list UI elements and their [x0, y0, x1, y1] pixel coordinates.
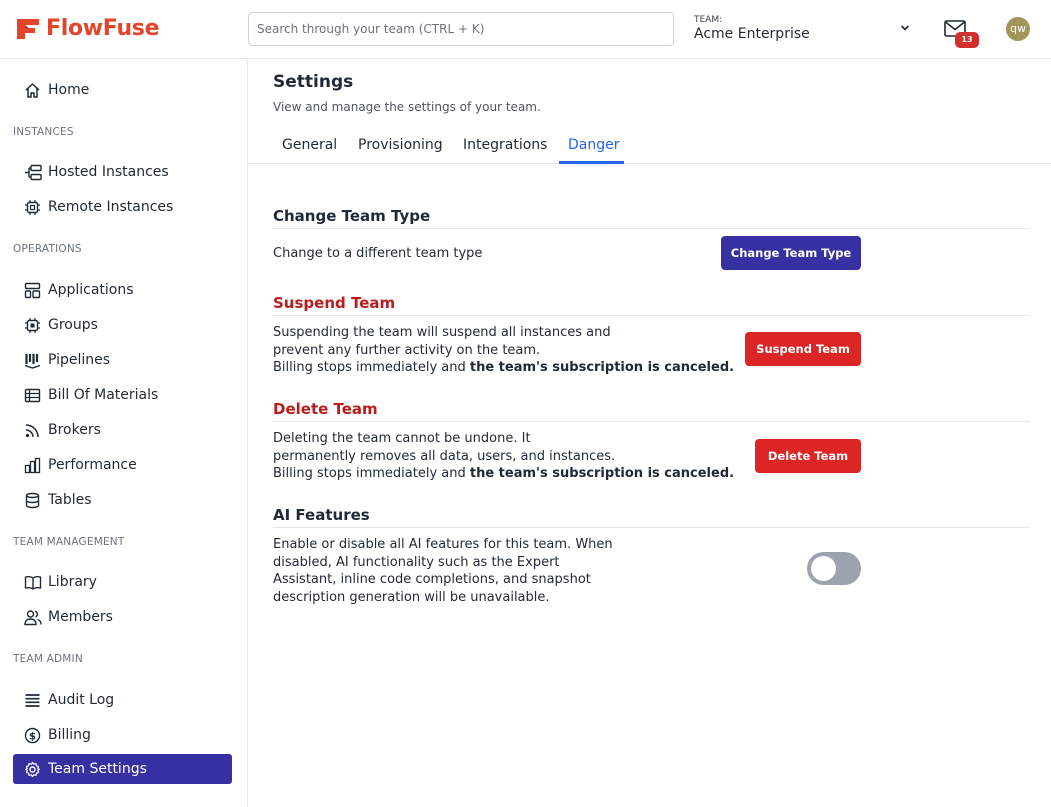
section-title-instances: INSTANCES [13, 126, 74, 138]
sidebar-item-tables[interactable]: Tables [13, 485, 232, 515]
sidebar-item-hosted-instances[interactable]: Hosted Instances [13, 157, 232, 187]
change-team-type-text: Change to a different team type [273, 246, 483, 261]
list-icon [23, 691, 42, 710]
ai-features-toggle[interactable] [807, 552, 861, 585]
sidebar-item-applications[interactable]: Applications [13, 275, 232, 305]
book-open-icon [23, 573, 42, 592]
sidebar-item-audit-log[interactable]: Audit Log [13, 685, 232, 715]
delete-line-3-prefix: Billing stops immediately and [273, 466, 470, 481]
sidebar-item-label: Home [48, 82, 90, 98]
pipelines-icon [23, 351, 42, 370]
delete-line-2: permanently removes all data, users, and… [273, 448, 616, 464]
logo-text: FlowFuse [46, 16, 160, 41]
database-icon [23, 491, 42, 510]
table-list-icon [23, 386, 42, 405]
groups-icon [23, 316, 42, 335]
settings-tabs: General Provisioning Integrations Danger [249, 129, 1051, 164]
tab-provisioning[interactable]: Provisioning [358, 137, 443, 153]
rss-icon [23, 421, 42, 440]
delete-team-button[interactable]: Delete Team [755, 439, 861, 473]
delete-line-1: Deleting the team cannot be undone. It [273, 431, 531, 446]
flowfuse-logo-icon [17, 18, 39, 39]
search-input[interactable] [248, 12, 674, 46]
chevron-down-icon[interactable] [899, 22, 911, 34]
main-content: Settings View and manage the settings of… [249, 59, 1051, 807]
ai-line-3: Assistant, inline code completions, and … [273, 572, 591, 587]
chip-icon [23, 198, 42, 217]
delete-line-3: Billing stops immediately and the team's… [273, 465, 734, 483]
tab-danger[interactable]: Danger [568, 137, 620, 153]
sidebar-item-label: Applications [48, 282, 134, 298]
sidebar-item-label: Remote Instances [48, 199, 174, 215]
suspend-team-description: Suspending the team will suspend all ins… [273, 324, 734, 377]
notification-badge: 13 [955, 32, 979, 48]
sidebar-item-label: Groups [48, 317, 98, 333]
suspend-team-heading: Suspend Team [273, 294, 1030, 316]
ai-line-4: description generation will be unavailab… [273, 589, 550, 605]
tab-general[interactable]: General [282, 137, 337, 153]
toggle-knob [811, 556, 836, 581]
change-team-type-heading: Change Team Type [273, 207, 1030, 229]
change-team-type-button[interactable]: Change Team Type [721, 236, 861, 270]
ai-line-2: disabled, AI functionality such as the E… [273, 554, 560, 570]
sidebar-item-members[interactable]: Members [13, 602, 232, 632]
applications-icon [23, 281, 42, 300]
ai-features-heading: AI Features [273, 506, 1030, 528]
sidebar-item-performance[interactable]: Performance [13, 450, 232, 480]
suspend-team-button[interactable]: Suspend Team [745, 332, 861, 366]
suspend-line-1: Suspending the team will suspend all ins… [273, 325, 611, 340]
delete-team-heading: Delete Team [273, 400, 1030, 422]
suspend-line-3-bold: the team's subscription is canceled. [469, 360, 735, 375]
team-label: TEAM: [694, 15, 723, 25]
sidebar-item-brokers[interactable]: Brokers [13, 415, 232, 445]
sidebar-item-team-settings[interactable]: Team Settings [13, 754, 232, 784]
suspend-line-3-prefix: Billing stops immediately and [273, 360, 470, 375]
users-icon [23, 608, 42, 627]
sidebar-item-billing[interactable]: $ Billing [13, 720, 232, 750]
section-title-team-admin: TEAM ADMIN [13, 653, 83, 665]
bar-chart-icon [23, 456, 42, 475]
delete-line-3-bold: the team's subscription is canceled. [469, 466, 735, 481]
sidebar-item-label: Pipelines [48, 352, 111, 368]
flowfuse-logo[interactable]: FlowFuse [15, 16, 160, 41]
tab-integrations[interactable]: Integrations [463, 137, 547, 153]
suspend-line-3: Billing stops immediately and the team's… [273, 359, 734, 377]
sidebar-item-home[interactable]: Home [13, 75, 232, 105]
sidebar-item-label: Bill Of Materials [48, 387, 159, 403]
sidebar-item-groups[interactable]: Groups [13, 310, 232, 340]
sidebar: Home INSTANCES Hosted Instances Remote I… [0, 59, 248, 807]
delete-team-description: Deleting the team cannot be undone. It p… [273, 430, 734, 483]
sidebar-item-bill-of-materials[interactable]: Bill Of Materials [13, 380, 232, 410]
sidebar-item-label: Tables [48, 492, 92, 508]
ai-features-description: Enable or disable all AI features for th… [273, 536, 613, 606]
top-bar: FlowFuse TEAM: Acme Enterprise 13 qw [0, 0, 1051, 59]
ai-line-1: Enable or disable all AI features for th… [273, 537, 613, 552]
page-title: Settings [273, 72, 354, 92]
sidebar-item-remote-instances[interactable]: Remote Instances [13, 192, 232, 222]
svg-text:$: $ [29, 731, 36, 742]
sidebar-item-label: Hosted Instances [48, 164, 169, 180]
avatar[interactable]: qw [1006, 17, 1030, 41]
section-title-operations: OPERATIONS [13, 243, 82, 255]
active-tab-indicator [559, 161, 624, 164]
sidebar-item-label: Billing [48, 727, 91, 743]
sidebar-item-label: Members [48, 609, 113, 625]
section-title-team-management: TEAM MANAGEMENT [13, 536, 125, 548]
sidebar-item-label: Audit Log [48, 692, 115, 708]
dollar-icon: $ [23, 726, 42, 745]
hosted-instances-icon [23, 163, 42, 182]
page-subtitle: View and manage the settings of your tea… [273, 100, 541, 114]
sidebar-item-library[interactable]: Library [13, 567, 232, 597]
suspend-line-2: prevent any further activity on the team… [273, 342, 541, 358]
sidebar-item-label: Performance [48, 457, 137, 473]
home-icon [23, 81, 42, 100]
gear-icon [23, 760, 42, 779]
sidebar-item-pipelines[interactable]: Pipelines [13, 345, 232, 375]
sidebar-item-label: Library [48, 574, 97, 590]
team-selector[interactable]: Acme Enterprise [694, 26, 810, 42]
sidebar-item-label: Team Settings [48, 761, 147, 777]
sidebar-item-label: Brokers [48, 422, 101, 438]
